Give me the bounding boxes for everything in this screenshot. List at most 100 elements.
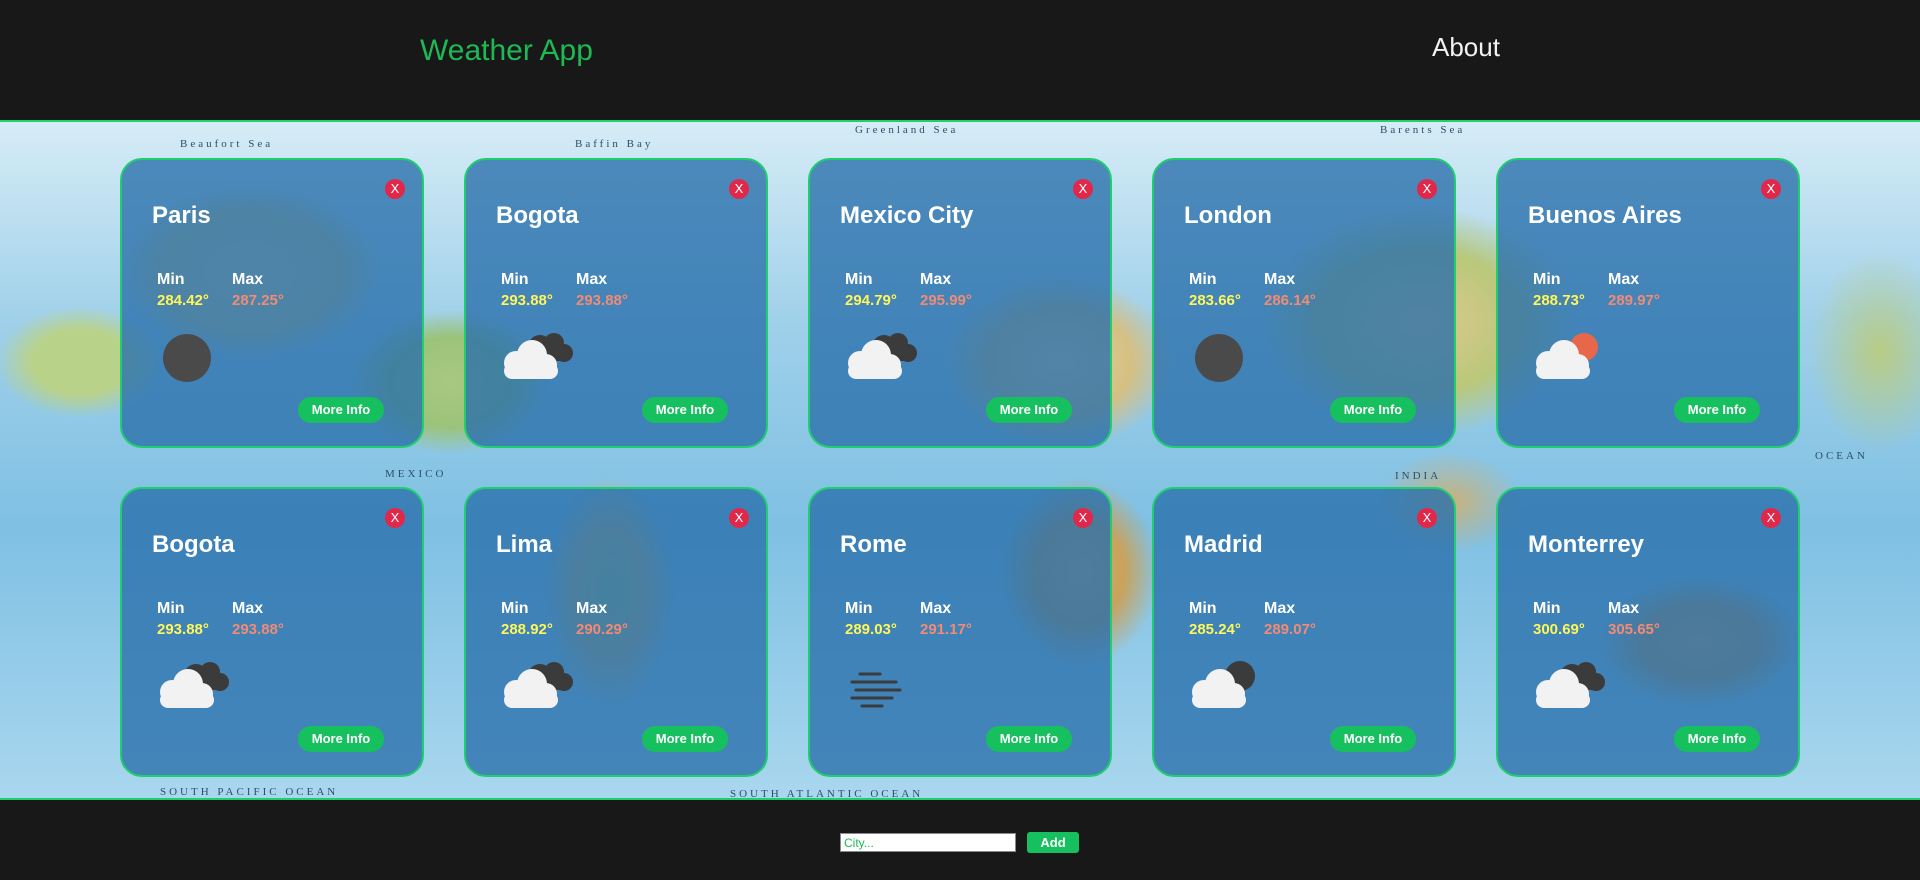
min-value: 300.69° <box>1533 621 1585 638</box>
about-link[interactable]: About <box>1432 32 1500 63</box>
weather-card: X London Min Max 283.66° 286.14° More In… <box>1152 158 1456 448</box>
weather-card: X Lima Min Max 288.92° 290.29° More Info <box>464 487 768 777</box>
city-name: Bogota <box>152 531 235 558</box>
max-label: Max <box>1608 600 1640 617</box>
cloud-dark-cloud-icon <box>1536 662 1605 708</box>
city-name: Rome <box>840 531 907 558</box>
close-button[interactable]: X <box>385 508 405 528</box>
city-name: Monterrey <box>1528 531 1645 558</box>
weather-card: X Rome Min Max 289.03° 291.17° More Info <box>808 487 1112 777</box>
more-info-button[interactable]: More Info <box>1330 726 1416 752</box>
min-label: Min <box>501 271 529 288</box>
close-button[interactable]: X <box>1073 508 1093 528</box>
max-label: Max <box>1608 271 1640 288</box>
city-input[interactable] <box>840 833 1016 852</box>
more-info-button[interactable]: More Info <box>1330 397 1416 423</box>
min-label: Min <box>157 271 185 288</box>
more-info-button[interactable]: More Info <box>986 726 1072 752</box>
dark-circle-icon <box>1195 334 1243 382</box>
max-label: Max <box>920 271 952 288</box>
city-name: Bogota <box>496 202 579 229</box>
cloud-moon-icon <box>1192 661 1255 708</box>
close-button[interactable]: X <box>1073 179 1093 199</box>
map-label: SOUTH PACIFIC OCEAN <box>160 786 339 798</box>
weather-card: X Monterrey Min Max 300.69° 305.65° More… <box>1496 487 1800 777</box>
map-label: OCEAN <box>1815 450 1868 462</box>
more-info-button[interactable]: More Info <box>986 397 1072 423</box>
city-name: Madrid <box>1184 531 1263 558</box>
city-name: London <box>1184 202 1272 229</box>
min-value: 293.88° <box>501 292 553 309</box>
max-value: 290.29° <box>576 621 628 638</box>
fog-icon <box>850 672 902 708</box>
city-name: Mexico City <box>840 202 974 229</box>
cloud-dark-cloud-icon <box>160 662 229 708</box>
min-label: Min <box>501 600 529 617</box>
map-label: SOUTH ATLANTIC OCEAN <box>730 788 924 800</box>
more-info-button[interactable]: More Info <box>298 726 384 752</box>
max-value: 295.99° <box>920 292 972 309</box>
close-button[interactable]: X <box>1761 179 1781 199</box>
max-value: 293.88° <box>232 621 284 638</box>
cloud-dark-cloud-icon <box>848 333 917 379</box>
max-label: Max <box>576 600 608 617</box>
min-label: Min <box>157 600 185 617</box>
more-info-button[interactable]: More Info <box>642 397 728 423</box>
min-value: 285.24° <box>1189 621 1241 638</box>
min-label: Min <box>845 271 873 288</box>
close-button[interactable]: X <box>729 508 749 528</box>
map-label: Barents Sea <box>1380 124 1466 136</box>
city-name: Buenos Aires <box>1528 202 1682 229</box>
dark-circle-icon <box>163 334 211 382</box>
max-label: Max <box>232 271 264 288</box>
min-value: 289.03° <box>845 621 897 638</box>
min-label: Min <box>1189 271 1217 288</box>
city-name: Lima <box>496 531 553 558</box>
max-value: 291.17° <box>920 621 972 638</box>
map-label: MEXICO <box>385 468 447 480</box>
min-value: 284.42° <box>157 292 209 309</box>
close-button[interactable]: X <box>385 179 405 199</box>
city-name: Paris <box>152 202 211 229</box>
map-label: INDIA <box>1395 470 1442 482</box>
min-value: 293.88° <box>157 621 209 638</box>
map-label: Beaufort Sea <box>180 138 274 150</box>
max-value: 305.65° <box>1608 621 1660 638</box>
close-button[interactable]: X <box>1761 508 1781 528</box>
max-value: 289.97° <box>1608 292 1660 309</box>
max-value: 289.07° <box>1264 621 1316 638</box>
map-label: Baffin Bay <box>575 138 654 150</box>
close-button[interactable]: X <box>729 179 749 199</box>
close-button[interactable]: X <box>1417 508 1437 528</box>
weather-card: X Bogota Min Max 293.88° 293.88° More In… <box>120 487 424 777</box>
more-info-button[interactable]: More Info <box>1674 726 1760 752</box>
weather-card: X Buenos Aires Min Max 288.73° 289.97° M… <box>1496 158 1800 448</box>
min-value: 288.73° <box>1533 292 1585 309</box>
more-info-button[interactable]: More Info <box>642 726 728 752</box>
app-title[interactable]: Weather App <box>420 34 593 68</box>
min-value: 294.79° <box>845 292 897 309</box>
min-label: Min <box>1189 600 1217 617</box>
cloud-dark-cloud-icon <box>504 662 573 708</box>
min-value: 288.92° <box>501 621 553 638</box>
more-info-button[interactable]: More Info <box>1674 397 1760 423</box>
weather-card: X Bogota Min Max 293.88° 293.88° More In… <box>464 158 768 448</box>
add-city-button[interactable]: Add <box>1027 832 1079 853</box>
min-label: Min <box>845 600 873 617</box>
max-label: Max <box>1264 600 1296 617</box>
weather-card: X Paris Min Max 284.42° 287.25° More Inf… <box>120 158 424 448</box>
more-info-button[interactable]: More Info <box>298 397 384 423</box>
close-button[interactable]: X <box>1417 179 1437 199</box>
cloud-dark-cloud-icon <box>504 333 573 379</box>
weather-card: X Mexico City Min Max 294.79° 295.99° Mo… <box>808 158 1112 448</box>
max-label: Max <box>920 600 952 617</box>
max-value: 286.14° <box>1264 292 1316 309</box>
max-label: Max <box>1264 271 1296 288</box>
min-label: Min <box>1533 600 1561 617</box>
max-label: Max <box>232 600 264 617</box>
max-label: Max <box>576 271 608 288</box>
weather-card: X Madrid Min Max 285.24° 289.07° More In… <box>1152 487 1456 777</box>
max-value: 293.88° <box>576 292 628 309</box>
map-label: Greenland Sea <box>855 124 959 136</box>
min-value: 283.66° <box>1189 292 1241 309</box>
